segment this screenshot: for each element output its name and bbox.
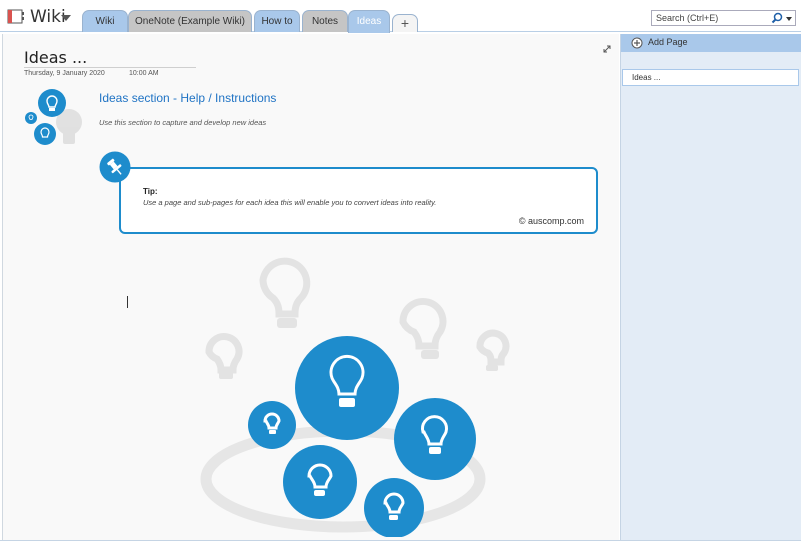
tab-onenote-example-wiki[interactable]: OneNote (Example Wiki): [128, 10, 252, 32]
search-scope-dropdown-icon[interactable]: [786, 17, 792, 21]
tab-wiki[interactable]: Wiki: [82, 10, 128, 32]
add-section-button[interactable]: +: [392, 14, 418, 32]
tip-label: Tip:: [143, 187, 158, 196]
page-title[interactable]: Ideas ...: [24, 48, 87, 67]
tip-box: Tip: Use a page and sub-pages for each i…: [119, 167, 598, 234]
page-list-item-ideas[interactable]: Ideas ...: [622, 69, 799, 86]
page-list-item-label: Ideas ...: [632, 73, 661, 82]
notebook-icon[interactable]: [7, 9, 25, 24]
add-page-button[interactable]: Add Page: [621, 34, 801, 52]
page-time: 10:00 AM: [129, 70, 159, 77]
text-cursor: [127, 296, 128, 308]
search-placeholder: Search (Ctrl+E): [656, 13, 719, 23]
search-input[interactable]: Search (Ctrl+E): [651, 10, 796, 26]
add-circle-icon: [631, 37, 643, 49]
tab-notes[interactable]: Notes: [302, 10, 348, 32]
add-page-label: Add Page: [648, 37, 688, 47]
search-icon[interactable]: [771, 12, 783, 24]
lightbulb-cluster-small-icon: [25, 89, 82, 145]
tip-text: Use a page and sub-pages for each idea t…: [143, 198, 437, 207]
page-list-pane: Add Page Ideas ...: [620, 34, 801, 541]
help-section-title: Ideas section - Help / Instructions: [99, 91, 277, 105]
page-date: Thursday, 9 January 2020: [24, 70, 105, 77]
notebook-dropdown-icon[interactable]: [61, 15, 71, 21]
title-divider: [24, 67, 196, 68]
expand-icon[interactable]: [602, 44, 612, 54]
page-canvas[interactable]: Ideas ... Thursday, 9 January 2020 10:00…: [2, 34, 619, 541]
tab-how-to[interactable]: How to: [254, 10, 300, 32]
title-bar: Wiki Wiki OneNote (Example Wiki) How to …: [0, 0, 801, 33]
credit-text: © auscomp.com: [518, 216, 584, 226]
pushpin-icon: [99, 151, 131, 183]
lightbulb-illustration: [200, 257, 510, 537]
tab-ideas[interactable]: Ideas: [348, 10, 390, 33]
help-section-subtitle: Use this section to capture and develop …: [99, 118, 267, 127]
